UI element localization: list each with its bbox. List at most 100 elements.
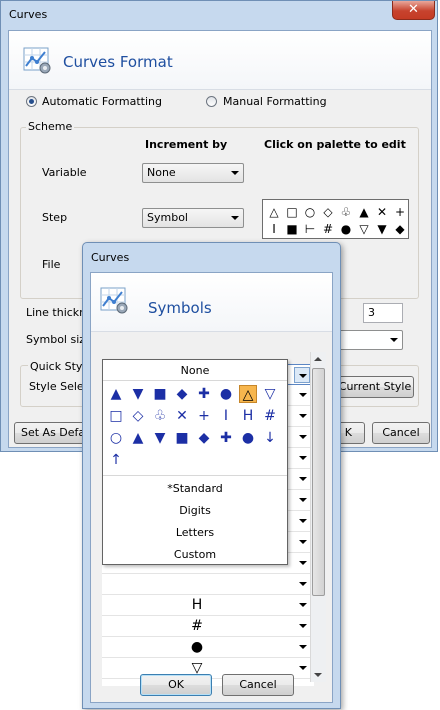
dropdown-item-digits[interactable]: Digits [103,504,287,517]
dropdown-symbol[interactable]: □ [107,407,125,425]
symbol-palette[interactable]: △ □ ○ ◇ ♧ ▲ ✕ + I ■ ⊢ # ● ▽ ▼ ◆ [262,199,409,239]
dropdown-symbol[interactable]: ▼ [129,385,147,403]
increment-by-header: Increment by [145,138,228,151]
chevron-down-icon[interactable] [295,639,311,655]
dropdown-symbol[interactable]: ✕ [173,407,191,425]
step-select-value: Symbol [147,211,188,224]
palette-symbol[interactable]: I [267,223,281,235]
dropdown-symbol[interactable]: ○ [107,429,125,447]
symbol-row-combo[interactable]: ● [102,637,314,658]
chevron-down-icon[interactable] [295,408,311,424]
step-select[interactable]: Symbol [142,208,244,228]
symbol-dropdown: None ▲ ▼ ■ ◆ ✚ ● △ ▽ □ ◇ ♧ ✕ + I H # ○ ▲… [102,359,288,565]
dropdown-symbol[interactable]: ■ [173,429,191,447]
palette-symbol[interactable]: + [393,206,407,218]
palette-symbol[interactable]: ✕ [375,206,389,218]
dropdown-symbol[interactable]: ● [239,429,257,447]
palette-symbol[interactable]: ▽ [357,223,371,235]
dropdown-symbol[interactable]: ● [217,385,235,403]
palette-symbol[interactable]: ◇ [321,206,335,218]
palette-symbol[interactable]: ▼ [375,223,389,235]
palette-symbol[interactable]: ⊢ [303,223,317,235]
curves-format-icon [23,47,51,74]
dropdown-symbol[interactable]: ✚ [217,429,235,447]
scroll-down-icon[interactable] [314,673,322,677]
chevron-down-icon[interactable] [295,513,311,529]
symbols-window-client: Symbols △ H # ● ▽ ▬ [90,272,333,703]
dropdown-symbol[interactable]: ◆ [195,429,213,447]
palette-symbol[interactable]: ● [339,223,353,235]
dropdown-symbol[interactable]: ■ [151,385,169,403]
close-button[interactable]: ✕ [392,1,435,20]
chevron-down-icon [231,216,239,220]
dropdown-item-letters[interactable]: Letters [103,526,287,539]
dropdown-symbol[interactable]: ▽ [261,385,279,403]
dropdown-symbol[interactable]: ◇ [129,407,147,425]
automatic-formatting-label: Automatic Formatting [42,95,162,108]
variable-select[interactable]: None [142,163,244,183]
chevron-down-icon [231,171,239,175]
cancel-button[interactable]: Cancel [372,422,430,444]
dropdown-symbol-selected[interactable]: △ [239,385,257,403]
dropdown-item-none[interactable]: None [103,364,287,377]
palette-symbol[interactable]: ○ [303,206,317,218]
dropdown-symbol[interactable]: ✚ [195,385,213,403]
palette-symbol[interactable]: ◆ [393,223,407,235]
dropdown-symbol[interactable]: H [239,407,257,425]
symbol-row-combo[interactable]: H [102,595,314,616]
variable-label: Variable [42,166,87,179]
symbols-window-title: Curves [91,251,130,264]
chevron-down-icon[interactable] [294,367,310,383]
chevron-down-icon[interactable] [295,618,311,634]
dropdown-symbol[interactable]: ↑ [107,451,125,469]
palette-symbol[interactable]: △ [267,206,281,218]
dropdown-divider [103,380,287,381]
current-style-button[interactable]: Current Style [336,376,414,398]
dropdown-symbol[interactable]: ↓ [261,429,279,447]
chevron-down-icon[interactable] [295,660,311,676]
palette-symbol[interactable]: ▲ [357,206,371,218]
header-band: Curves Format [9,31,431,90]
chevron-down-icon[interactable] [295,576,311,592]
chevron-down-icon[interactable] [295,534,311,550]
symbol-row-combo[interactable] [102,574,314,595]
dropdown-divider [103,475,287,476]
dropdown-symbol[interactable]: ▲ [129,429,147,447]
scheme-label: Scheme [26,120,75,133]
symbol-list-scrollbar[interactable] [310,352,326,682]
scrollbar-thumb[interactable] [312,368,325,596]
dropdown-item-standard[interactable]: *Standard [103,482,287,495]
palette-symbol[interactable]: # [321,223,335,235]
file-label: File [42,258,61,271]
symbol-row-combo[interactable]: # [102,616,314,637]
dropdown-symbol[interactable]: + [195,407,213,425]
chevron-down-icon[interactable] [295,492,311,508]
window-title: Curves [9,8,48,21]
palette-symbol[interactable]: ■ [285,223,299,235]
dropdown-symbol[interactable]: # [261,407,279,425]
symbol-row-value: H [191,597,203,613]
chevron-down-icon[interactable] [295,429,311,445]
chevron-down-icon[interactable] [295,387,311,403]
symbols-cancel-button[interactable]: Cancel [222,674,294,696]
dropdown-symbol[interactable]: ▲ [107,385,125,403]
chevron-down-icon[interactable] [295,681,311,686]
dropdown-item-custom[interactable]: Custom [103,548,287,561]
variable-select-value: None [147,166,176,179]
line-thickness-input[interactable]: 3 [363,303,403,323]
chevron-down-icon[interactable] [295,597,311,613]
chevron-down-icon[interactable] [295,471,311,487]
scroll-up-icon[interactable] [314,357,322,361]
dropdown-symbol[interactable]: ▼ [151,429,169,447]
symbols-ok-button[interactable]: OK [140,674,212,696]
symbol-row-value: # [191,618,203,634]
palette-symbol[interactable]: ♧ [339,206,353,218]
automatic-formatting-radio[interactable] [26,96,37,107]
manual-formatting-radio[interactable] [206,96,217,107]
dropdown-symbol[interactable]: ◆ [173,385,191,403]
dropdown-symbol[interactable]: I [217,407,235,425]
dropdown-symbol[interactable]: ♧ [151,407,169,425]
chevron-down-icon[interactable] [295,555,311,571]
palette-symbol[interactable]: □ [285,206,299,218]
chevron-down-icon[interactable] [295,450,311,466]
